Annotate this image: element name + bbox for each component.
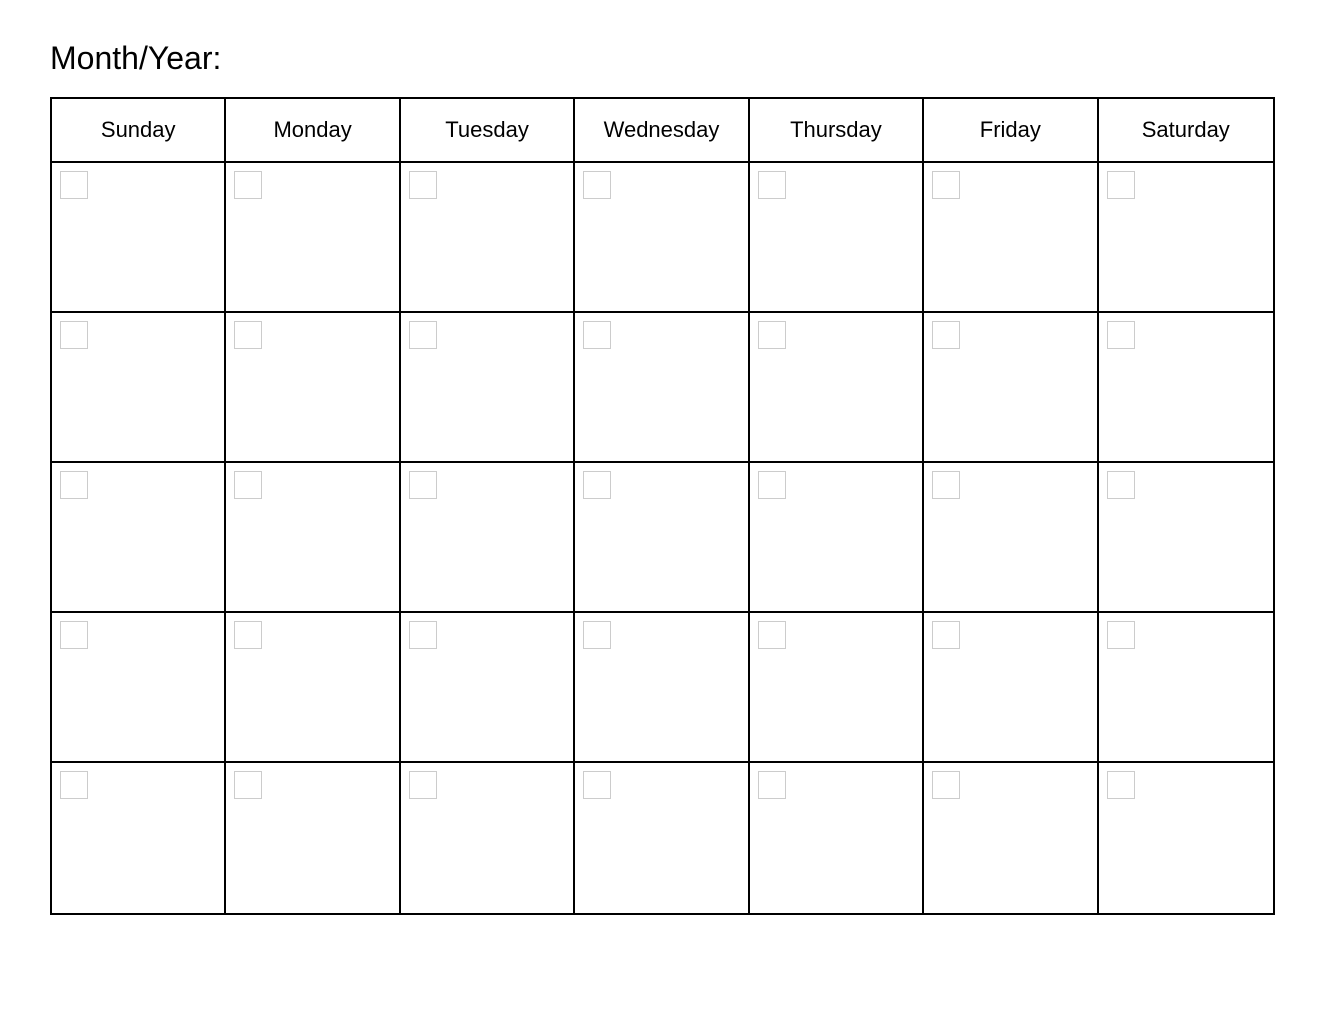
day-number-box xyxy=(758,771,786,799)
day-number-box xyxy=(583,771,611,799)
day-number-box xyxy=(60,321,88,349)
header-monday: Monday xyxy=(226,99,400,161)
header-tuesday: Tuesday xyxy=(401,99,575,161)
day-number-box xyxy=(234,171,262,199)
month-year-label: Month/Year: xyxy=(50,40,1275,77)
day-cell[interactable] xyxy=(52,313,226,461)
day-number-box xyxy=(583,471,611,499)
day-cell[interactable] xyxy=(401,163,575,311)
day-number-box xyxy=(932,321,960,349)
day-number-box xyxy=(583,321,611,349)
day-cell[interactable] xyxy=(924,463,1098,611)
day-number-box xyxy=(583,171,611,199)
day-number-box xyxy=(234,771,262,799)
day-cell[interactable] xyxy=(401,313,575,461)
calendar-body xyxy=(52,163,1273,913)
day-cell[interactable] xyxy=(52,463,226,611)
day-cell[interactable] xyxy=(52,763,226,913)
day-cell[interactable] xyxy=(750,313,924,461)
day-cell[interactable] xyxy=(750,763,924,913)
calendar-container: Sunday Monday Tuesday Wednesday Thursday… xyxy=(50,97,1275,915)
day-cell[interactable] xyxy=(1099,313,1273,461)
day-cell[interactable] xyxy=(575,763,749,913)
day-number-box xyxy=(932,621,960,649)
day-number-box xyxy=(409,171,437,199)
week-row-2 xyxy=(52,313,1273,463)
day-cell[interactable] xyxy=(401,613,575,761)
week-row-1 xyxy=(52,163,1273,313)
day-cell[interactable] xyxy=(401,463,575,611)
day-cell[interactable] xyxy=(226,763,400,913)
day-number-box xyxy=(1107,771,1135,799)
day-cell[interactable] xyxy=(226,163,400,311)
day-cell[interactable] xyxy=(1099,763,1273,913)
day-number-box xyxy=(409,471,437,499)
day-cell[interactable] xyxy=(1099,163,1273,311)
day-cell[interactable] xyxy=(924,763,1098,913)
day-cell[interactable] xyxy=(750,163,924,311)
day-cell[interactable] xyxy=(52,163,226,311)
header-thursday: Thursday xyxy=(750,99,924,161)
day-cell[interactable] xyxy=(226,613,400,761)
header-saturday: Saturday xyxy=(1099,99,1273,161)
day-cell[interactable] xyxy=(575,163,749,311)
day-number-box xyxy=(409,621,437,649)
day-number-box xyxy=(60,471,88,499)
day-number-box xyxy=(758,471,786,499)
header-friday: Friday xyxy=(924,99,1098,161)
day-cell[interactable] xyxy=(750,463,924,611)
week-row-3 xyxy=(52,463,1273,613)
day-number-box xyxy=(1107,471,1135,499)
day-cell[interactable] xyxy=(52,613,226,761)
day-number-box xyxy=(234,621,262,649)
day-cell[interactable] xyxy=(924,613,1098,761)
day-cell[interactable] xyxy=(226,313,400,461)
day-number-box xyxy=(60,171,88,199)
day-number-box xyxy=(1107,321,1135,349)
day-number-box xyxy=(932,171,960,199)
day-number-box xyxy=(758,171,786,199)
week-row-5 xyxy=(52,763,1273,913)
day-number-box xyxy=(409,321,437,349)
day-cell[interactable] xyxy=(575,613,749,761)
week-row-4 xyxy=(52,613,1273,763)
day-number-box xyxy=(932,771,960,799)
day-number-box xyxy=(1107,171,1135,199)
day-cell[interactable] xyxy=(924,163,1098,311)
day-number-box xyxy=(758,621,786,649)
day-number-box xyxy=(583,621,611,649)
day-number-box xyxy=(758,321,786,349)
calendar-header: Sunday Monday Tuesday Wednesday Thursday… xyxy=(52,99,1273,163)
day-cell[interactable] xyxy=(575,313,749,461)
day-cell[interactable] xyxy=(750,613,924,761)
day-cell[interactable] xyxy=(924,313,1098,461)
day-number-box xyxy=(60,621,88,649)
day-number-box xyxy=(1107,621,1135,649)
header-sunday: Sunday xyxy=(52,99,226,161)
day-cell[interactable] xyxy=(401,763,575,913)
day-cell[interactable] xyxy=(1099,463,1273,611)
day-number-box xyxy=(60,771,88,799)
day-number-box xyxy=(234,321,262,349)
day-cell[interactable] xyxy=(575,463,749,611)
header-wednesday: Wednesday xyxy=(575,99,749,161)
day-cell[interactable] xyxy=(226,463,400,611)
day-number-box xyxy=(234,471,262,499)
day-number-box xyxy=(932,471,960,499)
day-cell[interactable] xyxy=(1099,613,1273,761)
day-number-box xyxy=(409,771,437,799)
